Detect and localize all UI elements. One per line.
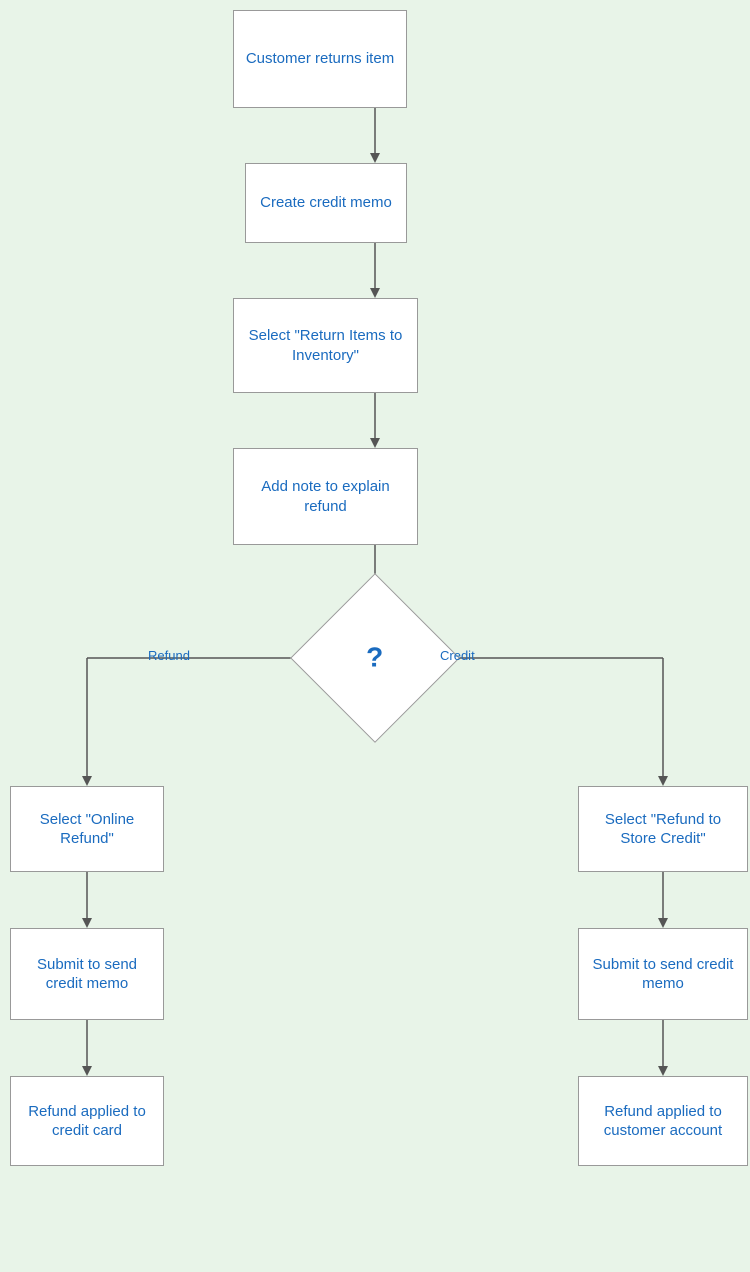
create-credit-memo-box: Create credit memo <box>245 163 407 243</box>
flowchart: Customer returns item Create credit memo… <box>0 0 750 1272</box>
decision-label: ? <box>366 642 383 674</box>
refund-label: Refund <box>148 648 190 663</box>
select-return-items-box: Select "Return Items to Inventory" <box>233 298 418 393</box>
select-online-refund-box: Select "Online Refund" <box>10 786 164 872</box>
customer-returns-box: Customer returns item <box>233 10 407 108</box>
select-store-credit-box: Select "Refund to Store Credit" <box>578 786 748 872</box>
submit-left-box: Submit to send credit memo <box>10 928 164 1020</box>
credit-label: Credit <box>440 648 475 663</box>
refund-credit-card-box: Refund applied to credit card <box>10 1076 164 1166</box>
add-note-box: Add note to explain refund <box>233 448 418 545</box>
submit-right-box: Submit to send credit memo <box>578 928 748 1020</box>
refund-account-box: Refund applied to customer account <box>578 1076 748 1166</box>
decision-diamond: ? <box>290 573 460 743</box>
